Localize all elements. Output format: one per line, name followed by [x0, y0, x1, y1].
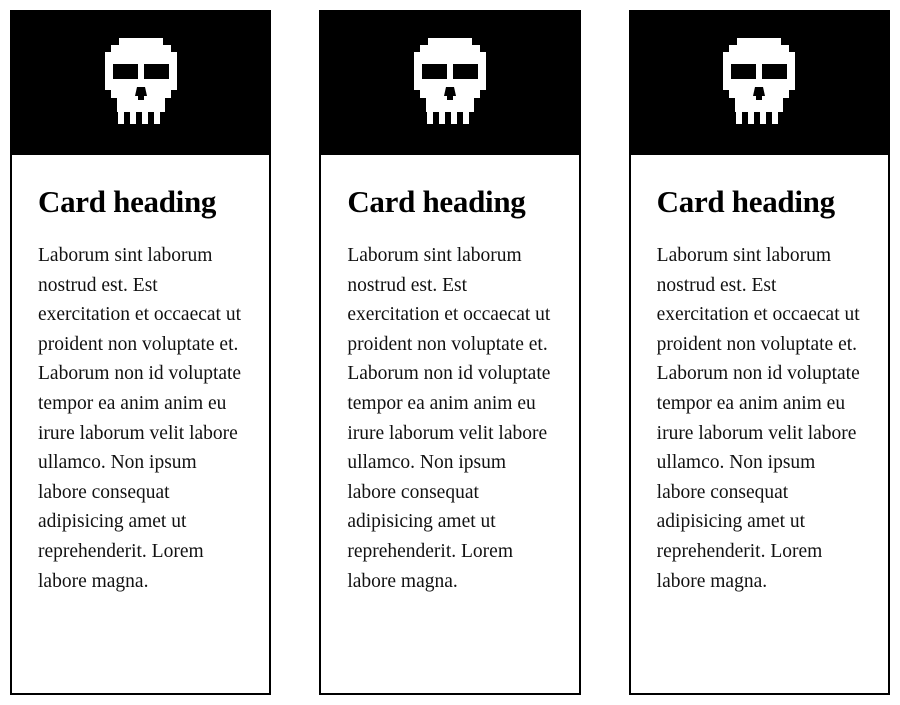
skull-icon: [104, 37, 177, 124]
card-2-header: [321, 12, 579, 155]
card-3-body: Card heading Laborum sint laborum nostru…: [631, 155, 888, 693]
skull-icon: [723, 37, 796, 124]
card-1[interactable]: Card heading Laborum sint laborum nostru…: [10, 10, 272, 695]
card-1-text: Laborum sint laborum nostrud est. Est ex…: [38, 245, 242, 592]
card-2-body: Card heading Laborum sint laborum nostru…: [321, 155, 578, 693]
card-2-text: Laborum sint laborum nostrud est. Est ex…: [347, 245, 551, 592]
skull-icon: [413, 37, 486, 124]
card-1-heading: Card heading: [38, 184, 217, 219]
card-1-body: Card heading Laborum sint laborum nostru…: [12, 155, 269, 693]
card-3-header: [630, 12, 888, 155]
card-2-heading: Card heading: [347, 184, 526, 219]
card-2[interactable]: Card heading Laborum sint laborum nostru…: [319, 10, 581, 695]
card-grid: Card heading Laborum sint laborum nostru…: [0, 0, 900, 705]
card-1-header: [12, 12, 270, 155]
card-3-text: Laborum sint laborum nostrud est. Est ex…: [656, 245, 860, 592]
card-3[interactable]: Card heading Laborum sint laborum nostru…: [628, 10, 890, 695]
card-3-heading: Card heading: [656, 184, 835, 219]
